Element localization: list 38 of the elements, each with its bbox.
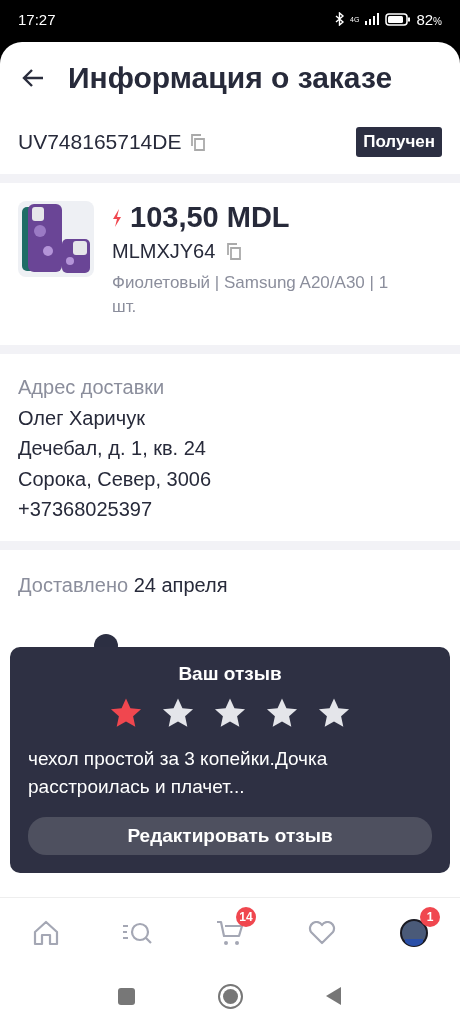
address-line: Сорока, Север, 3006	[18, 466, 213, 492]
count-badge: 14	[236, 907, 256, 927]
review-title: Ваш отзыв	[177, 662, 283, 685]
heart-icon[interactable]	[308, 921, 336, 945]
product-variant: Фиолетовый | Samsung A20/A30 | 1 шт.	[112, 272, 390, 318]
back-nav-button[interactable]	[326, 987, 342, 1005]
status-badge: Получен	[356, 127, 442, 157]
avatar-icon[interactable]	[400, 919, 428, 947]
recents-button[interactable]	[118, 987, 135, 1005]
price: 103,50 MDL	[130, 201, 290, 234]
delivery-date: 24 апреля	[133, 573, 228, 596]
search-icon[interactable]	[122, 921, 154, 945]
star-icon[interactable]	[161, 696, 195, 729]
address-line: Дечебал, д. 1, кв. 24	[18, 436, 207, 461]
address-line: Олег Харичук	[18, 405, 146, 431]
bluetooth-icon	[335, 12, 346, 26]
address-label: Адрес доставки	[18, 375, 166, 400]
address-line: +37368025397	[18, 497, 154, 522]
page-title: Информация о заказе	[68, 61, 393, 95]
product-sku: MLMXJY64	[112, 240, 216, 263]
copy-icon[interactable]	[191, 133, 207, 151]
clock: 17:27	[18, 10, 56, 28]
home-icon[interactable]	[32, 920, 60, 946]
review-text: чехол простой за 3 копейки.Дочка расстроилась и плачет...	[28, 746, 329, 799]
star-icon[interactable]	[317, 696, 351, 729]
star-icon[interactable]	[265, 696, 299, 729]
edit-review-button[interactable]: Редактировать отзыв	[28, 816, 432, 855]
battery-icon	[385, 12, 412, 26]
signal-icon	[364, 13, 381, 25]
star-icon[interactable]	[109, 696, 143, 729]
lightning-icon	[112, 208, 122, 227]
copy-icon[interactable]	[227, 243, 243, 260]
cart-icon[interactable]	[216, 919, 244, 947]
order-number: UV748165714DE	[18, 130, 182, 154]
battery-level: 82%	[416, 10, 442, 28]
count-badge: 1	[420, 907, 440, 927]
star-icon[interactable]	[213, 696, 247, 729]
delivery-label: Доставлено	[18, 573, 129, 596]
